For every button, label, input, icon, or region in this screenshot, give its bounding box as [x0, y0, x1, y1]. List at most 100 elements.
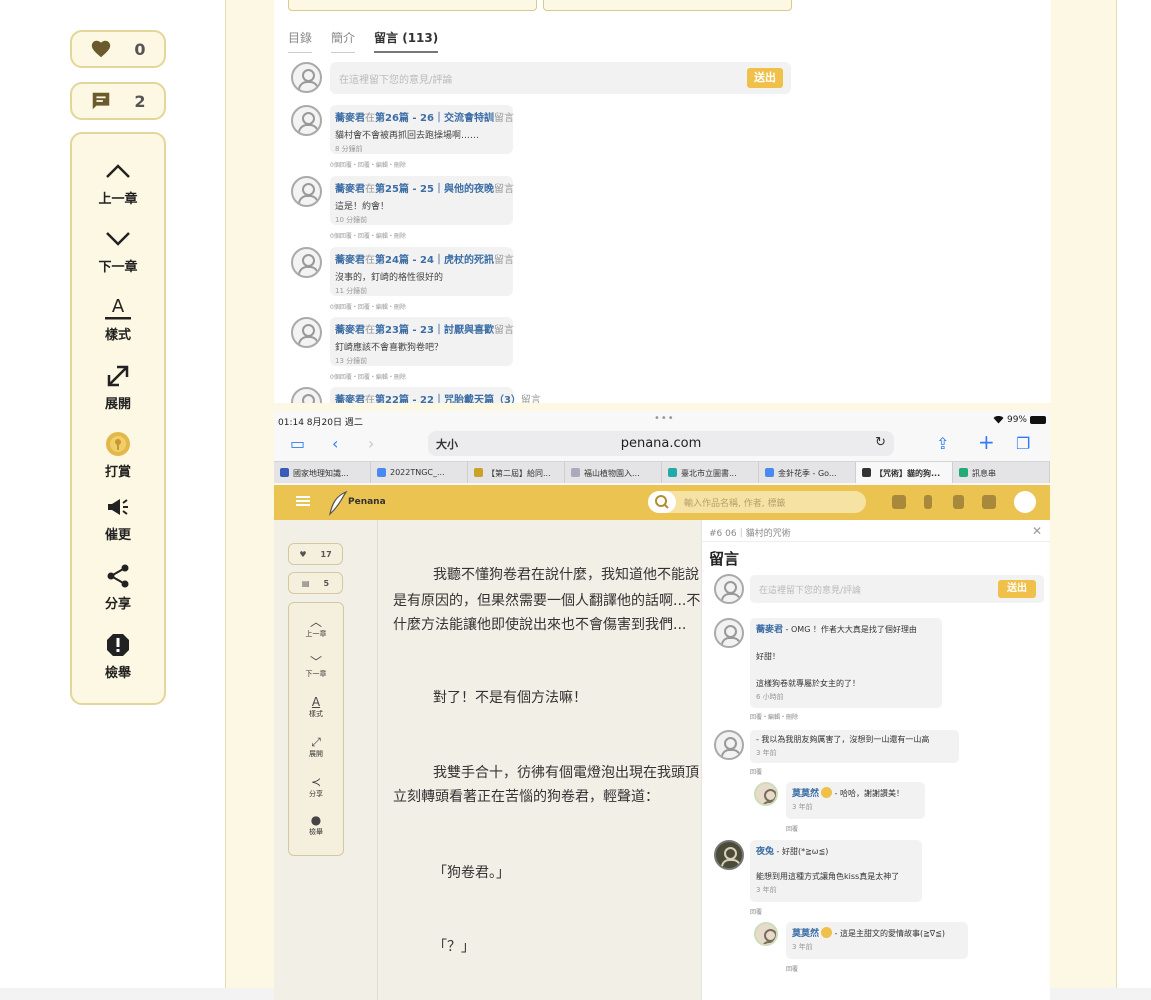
coin-icon — [106, 432, 130, 456]
browser-tab[interactable]: 臺北市立圖書... — [662, 462, 759, 483]
style-button[interactable]: A 樣式 — [72, 292, 164, 343]
browser-tab-active[interactable]: 【咒術】貓的狗... — [856, 462, 953, 483]
tab-toc[interactable]: 目錄 — [288, 29, 313, 53]
like-button[interactable]: 0 — [70, 30, 166, 68]
avatar — [291, 317, 322, 348]
urge-update-button[interactable]: 催更 — [72, 492, 164, 543]
top-action-button-right[interactable] — [543, 0, 792, 11]
badge-icon[interactable] — [982, 495, 996, 509]
comment-actions[interactable]: 0個回覆・回覆・編輯・刪除 — [330, 372, 406, 381]
comment-user[interactable]: 蕎麥君 — [335, 113, 365, 124]
penana-logo-icon — [329, 490, 348, 516]
comment-actions[interactable]: 回覆 — [750, 767, 762, 776]
comment-user[interactable]: 莫莫然 — [792, 789, 819, 799]
mini-prev-chapter[interactable]: ︿ 上一章 — [289, 615, 343, 639]
browser-tab[interactable]: 福山植物園入... — [565, 462, 662, 483]
mail-icon[interactable] — [892, 495, 906, 509]
mini-style[interactable]: A 樣式 — [289, 695, 343, 719]
site-search[interactable]: 輸入作品名稱, 作者, 標籤 — [648, 491, 866, 513]
comment-actions[interactable]: 回覆 — [786, 824, 798, 833]
browser-tab[interactable]: 2022TNGC_... — [371, 462, 468, 483]
new-tab-icon[interactable]: + — [978, 430, 995, 454]
expand-button[interactable]: 展開 — [72, 361, 164, 412]
comment-chapter-link[interactable]: 第22篇 - 22｜咒胎戴天篇（3） — [375, 395, 521, 403]
avatar — [291, 176, 322, 207]
back-icon[interactable]: ‹ — [332, 434, 338, 453]
comment-actions[interactable]: 回覆・編輯・刪除 — [750, 712, 798, 721]
mini-next-chapter[interactable]: ﹀ 下一章 — [289, 655, 343, 679]
prev-chapter-button[interactable]: 上一章 — [72, 156, 164, 207]
comment-chapter-link[interactable]: 第26篇 - 26｜交流會特訓 — [375, 113, 494, 124]
side-comment-input[interactable]: 在這裡留下您的意見/評論 送出 — [750, 575, 1044, 603]
megaphone-icon — [108, 499, 128, 515]
close-icon[interactable]: ✕ — [1032, 524, 1042, 538]
comment-actions[interactable]: 0個回覆・回覆・編輯・刪除 — [330, 160, 406, 169]
comment-chapter-link[interactable]: 第25篇 - 25｜與他的夜晚 — [375, 184, 494, 195]
mini-like-button[interactable]: ♥ 17 — [288, 543, 343, 565]
comment-actions[interactable]: 0個回覆・回覆・編輯・刪除 — [330, 302, 406, 311]
comment-user[interactable]: 莫莫然 — [792, 929, 819, 939]
comment-time: 11 分鐘前 — [335, 287, 368, 295]
expand-icon — [107, 365, 129, 387]
comment-actions[interactable]: 回覆 — [786, 964, 798, 973]
comment-actions[interactable]: 0個回覆・回覆・編輯・刪除 — [330, 231, 406, 240]
shield-icon[interactable] — [953, 495, 964, 509]
top-action-button-left[interactable] — [288, 0, 537, 11]
comment-actions[interactable]: 回覆 — [750, 907, 762, 916]
browser-tab[interactable]: 【第二屆】給同... — [468, 462, 565, 483]
comment-text: 沒事的，釘崎的格性很好的 — [335, 273, 444, 283]
avatar — [714, 574, 744, 604]
tabs-overview-icon[interactable]: ❐ — [1016, 434, 1030, 453]
comment-user[interactable]: 夜兔 — [756, 847, 774, 857]
comment-user[interactable]: 蕎麥君 — [335, 395, 365, 403]
menu-icon[interactable] — [296, 496, 310, 506]
address-bar[interactable]: 大小 penana.com ↻ — [428, 431, 894, 456]
comment-user[interactable]: 蕎麥君 — [335, 184, 365, 195]
reply-item: 莫莫然 - 這是主甜文的愛情故事(≧∇≦) 3 年前 — [786, 922, 968, 959]
mini-report[interactable]: ● 檢舉 — [289, 813, 343, 837]
forward-icon[interactable]: › — [368, 434, 374, 453]
comment-item: 夜兔 - 好甜(*≧ω≦) 能想到用這種方式讓角色kiss真是太神了 3 年前 — [750, 840, 922, 902]
report-button[interactable]: 檢舉 — [72, 630, 164, 681]
site-brand[interactable]: Penana — [348, 497, 386, 507]
comment-chapter-link[interactable]: 第24篇 - 24｜虎杖的死訊 — [375, 255, 494, 266]
tab-favicon-icon — [280, 468, 289, 477]
mini-comment-button[interactable]: ▤ 5 — [288, 572, 343, 594]
avatar — [291, 387, 322, 403]
browser-tab[interactable]: 金針花季 - Go... — [759, 462, 856, 483]
comment-text: 這是！約會！ — [335, 202, 390, 212]
tab-intro[interactable]: 簡介 — [331, 29, 356, 53]
tip-button[interactable]: 打賞 — [72, 429, 164, 480]
sidebar-toggle-icon[interactable]: ▭ — [290, 434, 305, 453]
font-style-icon: A — [311, 695, 321, 709]
tab-favicon-icon — [474, 468, 483, 477]
comment-text: 貓村會不會被再抓回去跑操場啊…… — [335, 131, 480, 141]
comment-time: 8 分鐘前 — [335, 145, 363, 153]
browser-tab[interactable]: 訊息串 — [953, 462, 1050, 483]
tab-favicon-icon — [959, 468, 968, 477]
comment-button[interactable]: 2 — [70, 82, 166, 120]
share-icon[interactable]: ⇪ — [936, 434, 949, 453]
comment-user[interactable]: 蕎麥君 — [756, 625, 783, 635]
mini-tools-panel: ︿ 上一章 ﹀ 下一章 A 樣式 ⤢ 展開 ≺ 分享 ● 檢舉 — [288, 602, 344, 856]
reload-icon[interactable]: ↻ — [875, 435, 886, 450]
comment-user[interactable]: 蕎麥君 — [335, 255, 365, 266]
next-chapter-button[interactable]: 下一章 — [72, 224, 164, 275]
comment-chapter-link[interactable]: 第23篇 - 23｜討厭與喜歡 — [375, 325, 494, 336]
embedded-screenshot: 01:14 8月20日 週二 ••• 99% ▭ ‹ › 大小 penana.c… — [274, 411, 1050, 1000]
share-button[interactable]: 分享 — [72, 561, 164, 612]
mini-share[interactable]: ≺ 分享 — [289, 775, 343, 799]
send-button[interactable]: 送出 — [747, 68, 783, 88]
comment-input[interactable]: 在這裡留下您的意見/評論 送出 — [330, 62, 791, 94]
browser-tab[interactable]: 國家地理知識... — [274, 462, 371, 483]
chapter-text: 我聽不懂狗卷君在說什麼，我知道他不能說 是有原因的，但果然需要一個人翻譯他的話啊… — [378, 520, 701, 1000]
comment-user[interactable]: 蕎麥君 — [335, 325, 365, 336]
status-bar: 01:14 8月20日 週二 ••• 99% — [274, 411, 1050, 429]
tab-comments[interactable]: 留言 (113) — [374, 29, 439, 53]
trophy-icon[interactable] — [924, 495, 932, 509]
wifi-icon — [993, 416, 1004, 424]
side-send-button[interactable]: 送出 — [998, 580, 1036, 598]
profile-avatar[interactable] — [1014, 491, 1036, 513]
comment-icon: ▤ — [301, 578, 310, 588]
mini-expand[interactable]: ⤢ 展開 — [289, 735, 343, 759]
